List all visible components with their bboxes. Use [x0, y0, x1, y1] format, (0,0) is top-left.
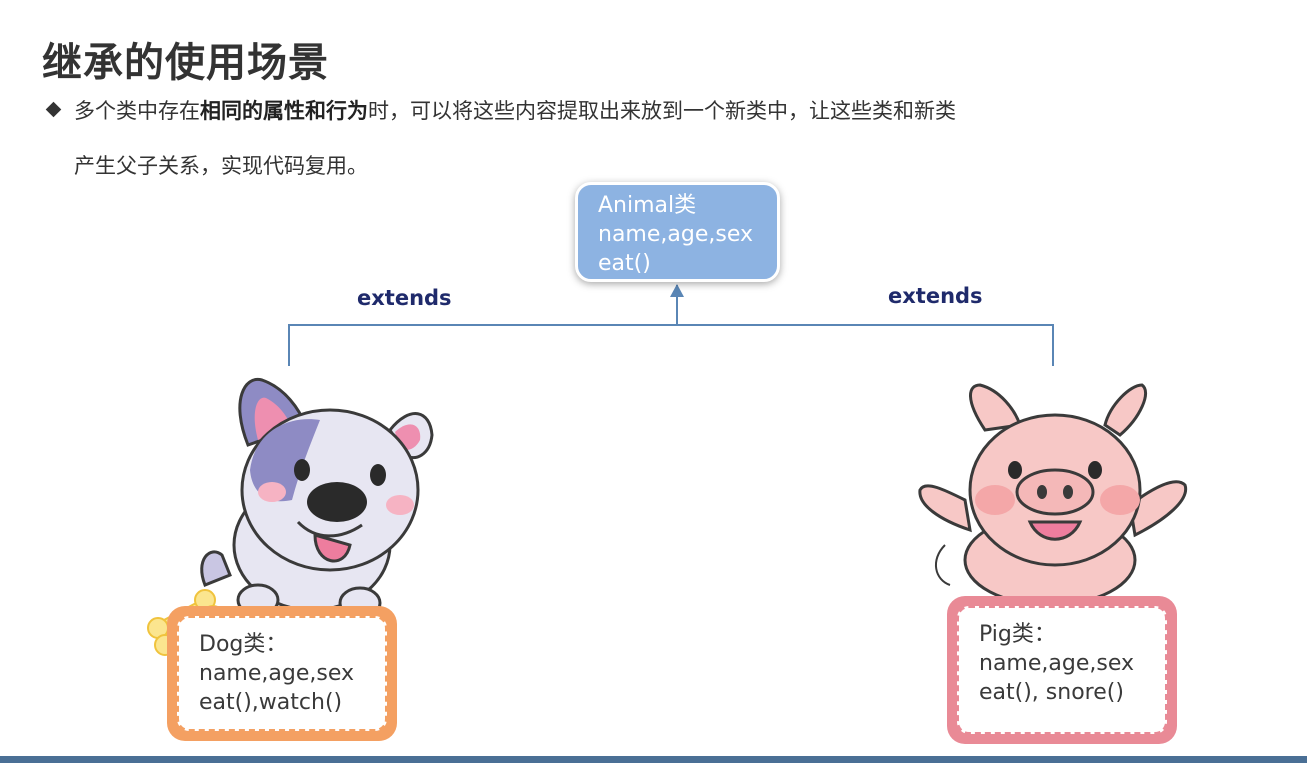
dog-class-card-inner: Dog类： name,age,sex eat(),watch(): [177, 616, 387, 731]
pig-tail: [935, 544, 951, 586]
dog-right-cheek: [386, 495, 414, 515]
pig-class-name: Pig类：: [979, 622, 1056, 647]
pig-right-cheek: [1100, 485, 1140, 515]
pig-class-methods: eat(), snore(): [979, 680, 1124, 705]
arrowhead-icon: [670, 284, 684, 297]
dog-left-eye: [294, 459, 310, 481]
slide: 继承的使用场景 多个类中存在相同的属性和行为时，可以将这些内容提取出来放到一个新…: [0, 0, 1307, 763]
animal-class-box: Animal类 name,age,sex eat(): [575, 182, 780, 282]
pig-left-arm: [918, 484, 972, 533]
dog-class-card: Dog类： name,age,sex eat(),watch(): [167, 606, 397, 741]
dog-tail: [200, 550, 232, 587]
pig-class-card: Pig类： name,age,sex eat(), snore(): [947, 596, 1177, 744]
pig-right-nostril: [1063, 485, 1073, 499]
extends-label-right: extends: [888, 284, 983, 308]
dog-class-methods: eat(),watch(): [199, 690, 343, 715]
pig-class-card-inner: Pig类： name,age,sex eat(), snore(): [957, 606, 1167, 734]
pig-left-ear: [969, 383, 1022, 432]
animal-class-methods: eat(): [598, 251, 651, 276]
dog-class-fields: name,age,sex: [199, 661, 354, 686]
dog-right-eye: [370, 464, 386, 486]
pig-left-cheek: [975, 485, 1015, 515]
dog-illustration: [200, 377, 434, 620]
pig-illustration: [918, 383, 1188, 607]
animal-class-fields: name,age,sex: [598, 222, 753, 247]
pig-snout: [1015, 468, 1095, 516]
pig-class-fields: name,age,sex: [979, 651, 1134, 676]
bottom-rule: [0, 756, 1307, 763]
pig-right-eye: [1088, 461, 1102, 479]
animal-class-name: Animal类: [598, 193, 697, 218]
extends-label-left: extends: [357, 286, 452, 310]
pig-left-eye: [1008, 461, 1022, 479]
dog-class-name: Dog类：: [199, 632, 288, 657]
pig-left-nostril: [1037, 485, 1047, 499]
dog-left-cheek: [258, 482, 286, 502]
dog-nose: [307, 482, 367, 522]
pig-right-ear: [1103, 383, 1148, 437]
